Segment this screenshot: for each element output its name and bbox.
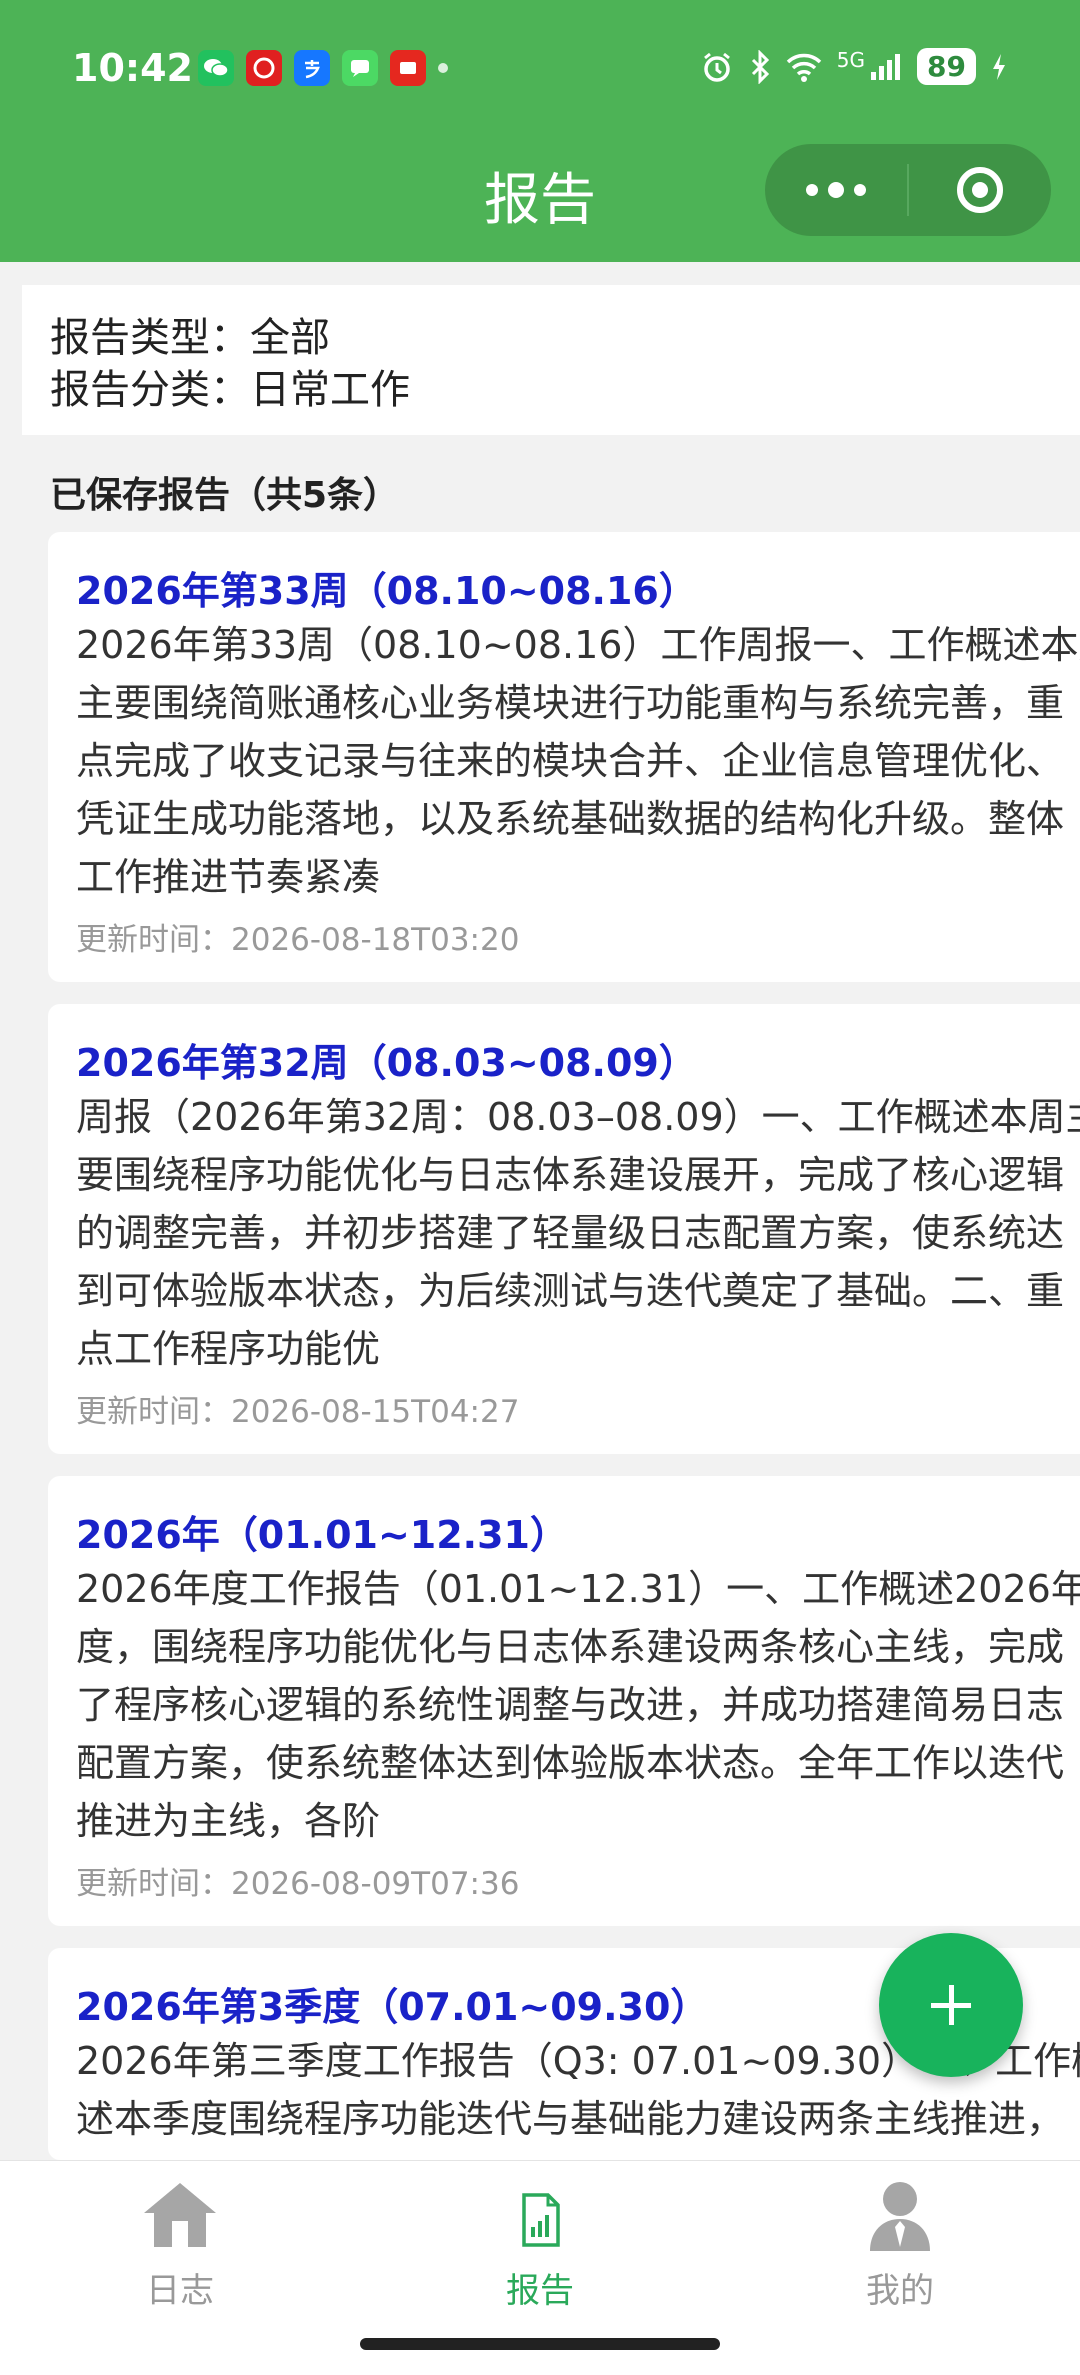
excerpt-line: 度，围绕程序功能优化与日志体系建设两条核心主线，完成 bbox=[76, 1625, 1065, 1669]
status-right: 5G 89 bbox=[699, 48, 1008, 85]
excerpt-line: 到可体验版本状态，为后续测试与迭代奠定了基础。二、重 bbox=[76, 1269, 1065, 1313]
excerpt-line: 2026年第33周（08.10~08.16）工作周报一、工作概述本周 bbox=[76, 623, 1080, 667]
app-header: 10:42 5G 89 报告 bbox=[0, 0, 1080, 262]
report-excerpt: 2026年第33周（08.10~08.16）工作周报一、工作概述本周 主要围绕简… bbox=[76, 616, 1080, 906]
excerpt-line: 推进为主线，各阶 bbox=[76, 1799, 381, 1843]
dot-icon bbox=[854, 184, 866, 196]
report-excerpt: 2026年度工作报告（01.01~12.31）一、工作概述2026年 度，围绕程… bbox=[76, 1560, 1080, 1850]
alarm-icon bbox=[703, 52, 730, 82]
report-category-value: 日常工作 bbox=[250, 367, 410, 413]
signal-icon bbox=[871, 53, 901, 80]
tab-mine[interactable]: 我的 bbox=[800, 2179, 1000, 2312]
battery-level: 89 bbox=[917, 48, 976, 85]
charging-icon bbox=[993, 53, 1005, 80]
bluetooth-icon bbox=[751, 49, 769, 84]
close-miniprogram-button[interactable] bbox=[909, 167, 1051, 213]
news-app-icon bbox=[390, 50, 426, 86]
report-card[interactable]: 2026年（01.01~12.31） 2026年度工作报告（01.01~12.3… bbox=[48, 1476, 1080, 1926]
tab-log[interactable]: 日志 bbox=[80, 2179, 280, 2312]
wechat-icon bbox=[198, 50, 234, 86]
alipay-icon bbox=[294, 50, 330, 86]
report-excerpt: 周报（2026年第32周：08.03–08.09）一、工作概述本周主 要围绕程序… bbox=[76, 1088, 1080, 1378]
plus-icon bbox=[931, 1985, 971, 2025]
report-title: 2026年（01.01~12.31） bbox=[76, 1513, 568, 1557]
updated-time: 更新时间：2026-08-09T07:36 bbox=[76, 1866, 520, 1902]
report-type-value: 全部 bbox=[250, 315, 330, 361]
user-icon bbox=[870, 2182, 930, 2251]
report-title: 2026年第32周（08.03~08.09） bbox=[76, 1041, 697, 1085]
report-category-label: 报告分类： bbox=[50, 367, 250, 413]
excerpt-line: 点完成了收支记录与往来的模块合并、企业信息管理优化、 bbox=[76, 739, 1065, 783]
excerpt-line: 述本季度围绕程序功能迭代与基础能力建设两条主线推进， bbox=[76, 2097, 1065, 2141]
updated-time: 更新时间：2026-08-18T03:20 bbox=[76, 922, 520, 958]
app-notification-icon bbox=[246, 50, 282, 86]
excerpt-line: 工作推进节奏紧凑 bbox=[76, 855, 381, 899]
dot-icon bbox=[806, 184, 818, 196]
status-time: 10:42 bbox=[72, 46, 193, 90]
more-notifications-dot bbox=[438, 63, 448, 73]
home-indicator[interactable] bbox=[360, 2338, 720, 2350]
report-type-row[interactable]: 报告类型：全部 bbox=[50, 305, 330, 363]
more-button[interactable] bbox=[765, 182, 907, 198]
message-icon bbox=[342, 50, 378, 86]
updated-time: 更新时间：2026-08-15T04:27 bbox=[76, 1394, 520, 1430]
miniprogram-capsule bbox=[765, 144, 1051, 236]
excerpt-line: 要围绕程序功能优化与日志体系建设展开，完成了核心逻辑 bbox=[76, 1153, 1065, 1197]
excerpt-line: 点工作程序功能优 bbox=[76, 1327, 381, 1371]
tab-report-label: 报告 bbox=[506, 2271, 574, 2311]
excerpt-line: 了程序核心逻辑的系统性调整与改进，并成功搭建简易日志 bbox=[76, 1683, 1065, 1727]
target-icon bbox=[957, 167, 1003, 213]
report-title: 2026年第33周（08.10~08.16） bbox=[76, 569, 697, 613]
dot-icon bbox=[828, 182, 844, 198]
tab-mine-label: 我的 bbox=[866, 2271, 934, 2311]
status-notification-icons bbox=[198, 50, 448, 86]
network-type: 5G bbox=[836, 47, 866, 72]
saved-reports-heading: 已保存报告（共5条） bbox=[50, 475, 400, 516]
excerpt-line: 的调整完善，并初步搭建了轻量级日志配置方案，使系统达 bbox=[76, 1211, 1065, 1255]
report-type-label: 报告类型： bbox=[50, 315, 250, 361]
filter-panel[interactable]: 报告类型：全部 报告分类：日常工作 bbox=[22, 285, 1080, 435]
excerpt-line: 凭证生成功能落地，以及系统基础数据的结构化升级。整体 bbox=[76, 797, 1065, 841]
excerpt-line: 2026年度工作报告（01.01~12.31）一、工作概述2026年 bbox=[76, 1567, 1080, 1611]
report-icon bbox=[522, 2193, 560, 2247]
add-report-button[interactable] bbox=[879, 1933, 1023, 2077]
report-card[interactable]: 2026年第33周（08.10~08.16） 2026年第33周（08.10~0… bbox=[48, 532, 1080, 982]
tab-report[interactable]: 报告 bbox=[440, 2179, 640, 2312]
report-title: 2026年第3季度（07.01~09.30） bbox=[76, 1985, 709, 2029]
tab-log-label: 日志 bbox=[146, 2271, 214, 2311]
wifi-icon bbox=[786, 53, 822, 82]
report-card[interactable]: 2026年第32周（08.03~08.09） 周报（2026年第32周：08.0… bbox=[48, 1004, 1080, 1454]
excerpt-line: 主要围绕简账通核心业务模块进行功能重构与系统完善，重 bbox=[76, 681, 1065, 725]
excerpt-line: 配置方案，使系统整体达到体验版本状态。全年工作以迭代 bbox=[76, 1741, 1065, 1785]
home-icon bbox=[144, 2183, 216, 2247]
report-category-row[interactable]: 报告分类：日常工作 bbox=[50, 357, 410, 415]
excerpt-line: 周报（2026年第32周：08.03–08.09）一、工作概述本周主 bbox=[76, 1095, 1080, 1139]
